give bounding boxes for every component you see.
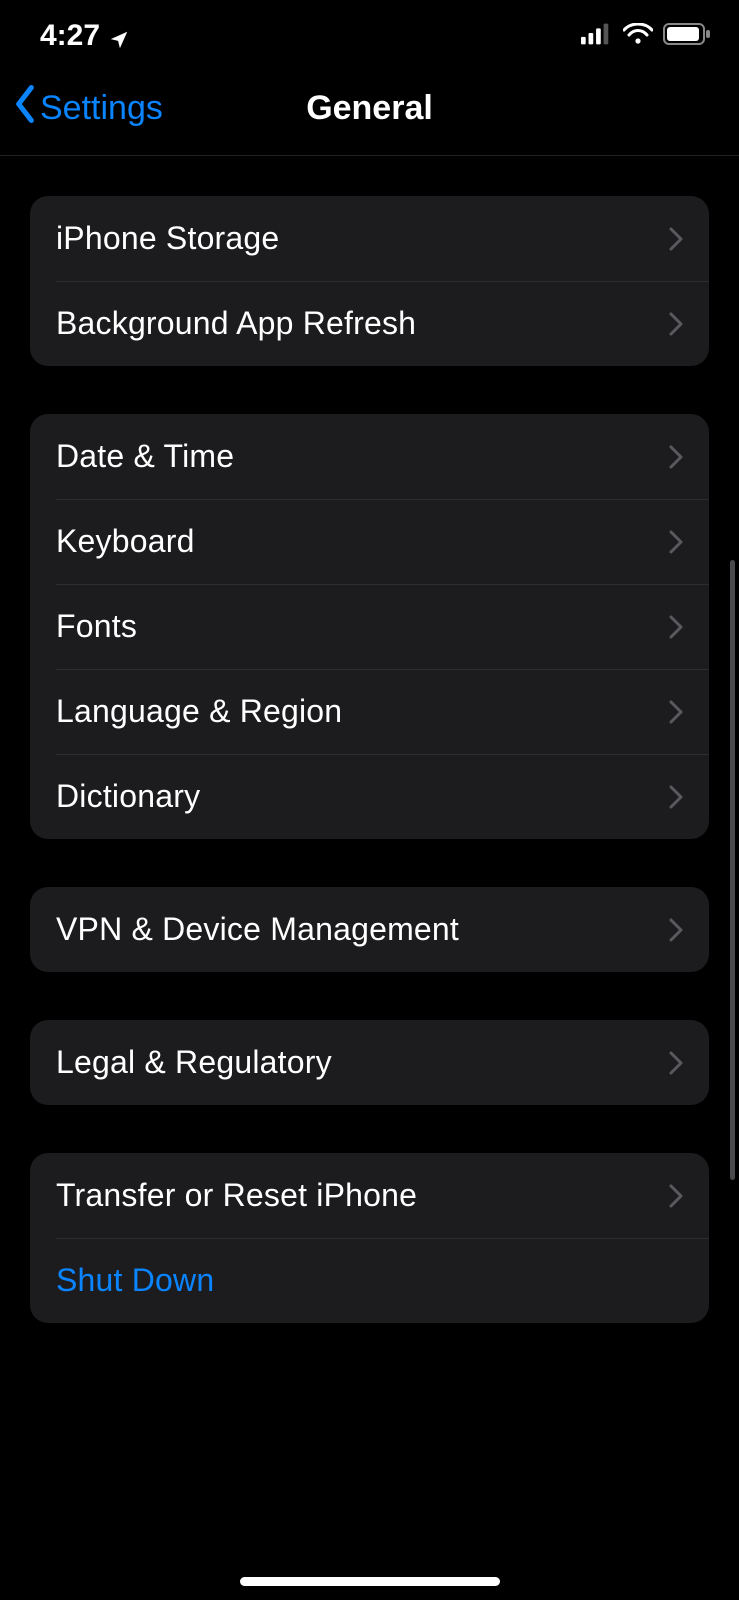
row-label: Legal & Regulatory bbox=[56, 1044, 332, 1081]
chevron-right-icon bbox=[669, 1051, 683, 1075]
chevron-right-icon bbox=[669, 227, 683, 251]
chevron-right-icon bbox=[669, 530, 683, 554]
header-divider bbox=[0, 155, 739, 156]
chevron-right-icon bbox=[669, 615, 683, 639]
scroll-indicator[interactable] bbox=[730, 560, 735, 1180]
chevron-right-icon bbox=[669, 312, 683, 336]
location-icon bbox=[108, 25, 130, 47]
chevron-left-icon bbox=[12, 85, 38, 132]
row-label: Date & Time bbox=[56, 438, 234, 475]
chevron-right-icon bbox=[669, 700, 683, 724]
row-label: Fonts bbox=[56, 608, 137, 645]
chevron-right-icon bbox=[669, 918, 683, 942]
status-right bbox=[581, 19, 711, 53]
row-background-app-refresh[interactable]: Background App Refresh bbox=[30, 281, 709, 366]
chevron-right-icon bbox=[669, 1184, 683, 1208]
settings-group: iPhone Storage Background App Refresh bbox=[30, 196, 709, 366]
row-label: Shut Down bbox=[56, 1262, 214, 1299]
row-label: Keyboard bbox=[56, 523, 195, 560]
back-button[interactable]: Settings bbox=[12, 85, 163, 132]
row-label: iPhone Storage bbox=[56, 220, 279, 257]
settings-group: Date & Time Keyboard Fonts Language & Re… bbox=[30, 414, 709, 839]
row-dictionary[interactable]: Dictionary bbox=[30, 754, 709, 839]
home-indicator[interactable] bbox=[240, 1577, 500, 1586]
chevron-right-icon bbox=[669, 445, 683, 469]
page-title: General bbox=[306, 89, 433, 128]
cellular-icon bbox=[581, 19, 613, 53]
row-legal-regulatory[interactable]: Legal & Regulatory bbox=[30, 1020, 709, 1105]
row-label: Dictionary bbox=[56, 778, 200, 815]
status-time: 4:27 bbox=[40, 19, 100, 53]
row-label: VPN & Device Management bbox=[56, 911, 459, 948]
row-label: Background App Refresh bbox=[56, 305, 416, 342]
row-keyboard[interactable]: Keyboard bbox=[30, 499, 709, 584]
row-language-region[interactable]: Language & Region bbox=[30, 669, 709, 754]
status-left: 4:27 bbox=[40, 19, 130, 53]
back-label: Settings bbox=[40, 89, 163, 128]
row-vpn-device-management[interactable]: VPN & Device Management bbox=[30, 887, 709, 972]
row-iphone-storage[interactable]: iPhone Storage bbox=[30, 196, 709, 281]
nav-header: Settings General bbox=[0, 60, 739, 156]
battery-icon bbox=[663, 19, 711, 53]
row-label: Transfer or Reset iPhone bbox=[56, 1177, 417, 1214]
wifi-icon bbox=[623, 19, 653, 53]
settings-group: Legal & Regulatory bbox=[30, 1020, 709, 1105]
row-date-time[interactable]: Date & Time bbox=[30, 414, 709, 499]
row-label: Language & Region bbox=[56, 693, 342, 730]
settings-group: VPN & Device Management bbox=[30, 887, 709, 972]
settings-group: Transfer or Reset iPhone Shut Down bbox=[30, 1153, 709, 1323]
row-transfer-reset[interactable]: Transfer or Reset iPhone bbox=[30, 1153, 709, 1238]
row-fonts[interactable]: Fonts bbox=[30, 584, 709, 669]
settings-content: iPhone Storage Background App Refresh Da… bbox=[0, 196, 739, 1323]
status-bar: 4:27 bbox=[0, 0, 739, 60]
row-shut-down[interactable]: Shut Down bbox=[30, 1238, 709, 1323]
chevron-right-icon bbox=[669, 785, 683, 809]
